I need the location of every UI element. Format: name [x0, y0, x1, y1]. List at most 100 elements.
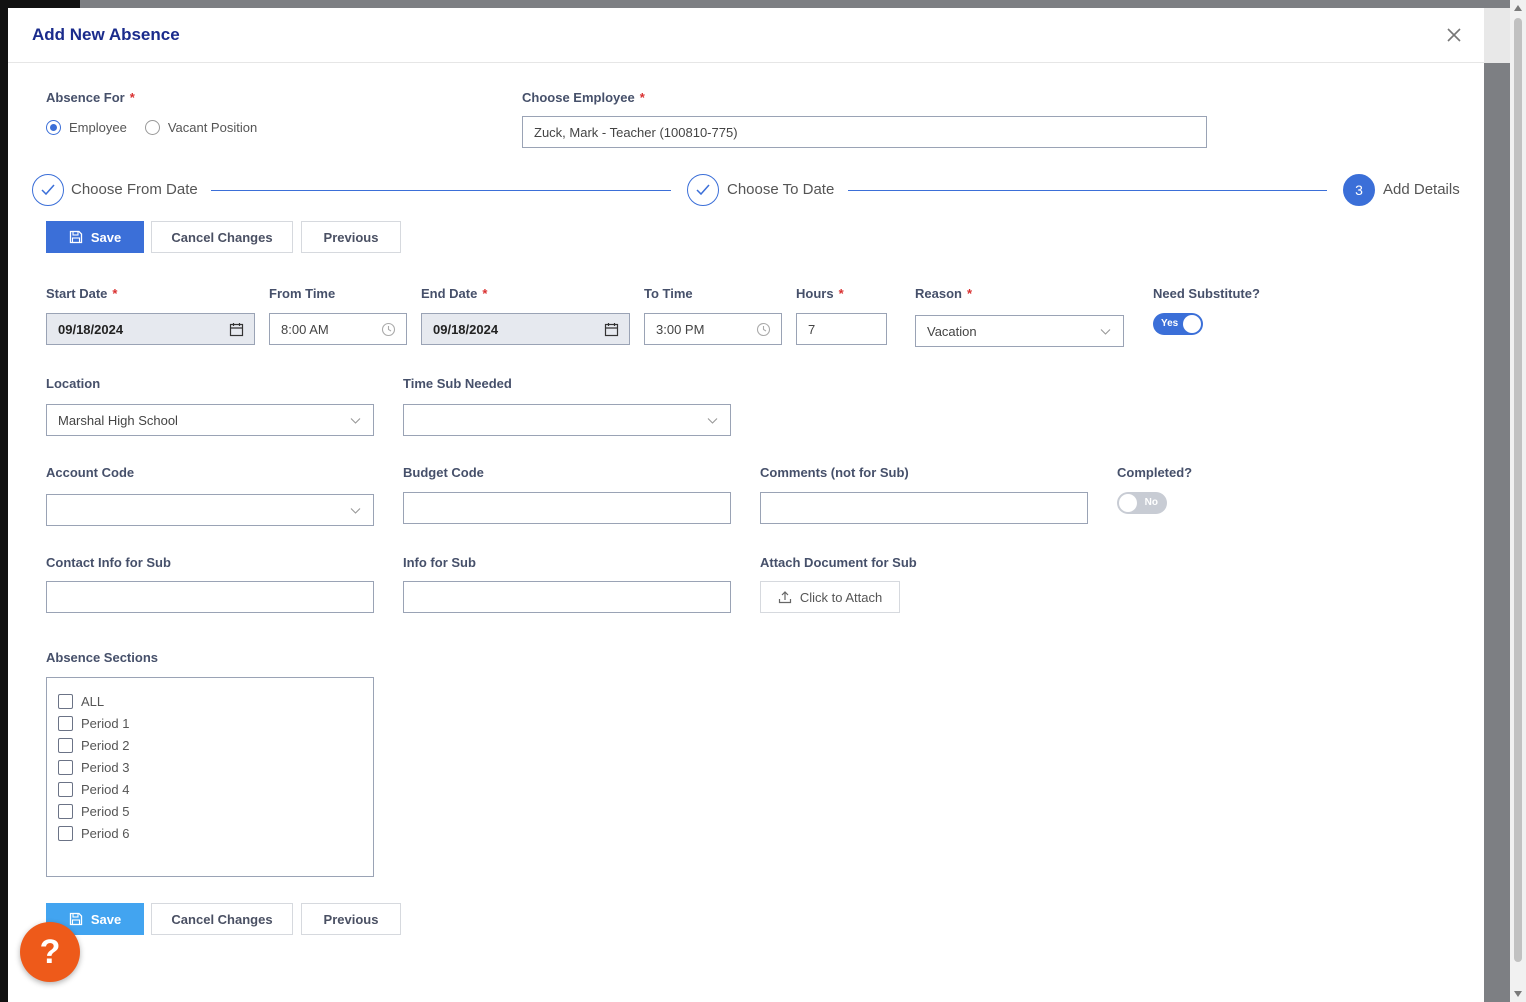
section-item-label: Period 5: [81, 803, 130, 819]
time-sub-needed-label: Time Sub Needed: [403, 376, 512, 391]
cancel-changes-button[interactable]: Cancel Changes: [151, 221, 293, 253]
need-substitute-toggle[interactable]: Yes: [1153, 313, 1203, 335]
radio-vacant-position-control[interactable]: [144, 120, 160, 135]
previous-button[interactable]: Previous: [301, 221, 401, 253]
contact-info-input[interactable]: [46, 581, 374, 613]
reason-select[interactable]: Vacation: [915, 315, 1124, 347]
section-item-period-1[interactable]: Period 1: [47, 712, 373, 734]
employee-input-value: Zuck, Mark - Teacher (100810-775): [534, 124, 738, 140]
start-date-value: 09/18/2024: [58, 321, 124, 337]
from-time-input[interactable]: 8:00 AM: [269, 313, 407, 345]
end-date-input[interactable]: 09/18/2024: [421, 313, 630, 345]
start-date-input[interactable]: 09/18/2024: [46, 313, 255, 345]
to-time-input[interactable]: 3:00 PM: [644, 313, 782, 345]
save-button-label: Save: [90, 229, 122, 245]
section-item-period-5[interactable]: Period 5: [47, 800, 373, 822]
save-button-label: Save: [90, 911, 122, 927]
comments-label: Comments (not for Sub): [760, 465, 909, 480]
previous-button-bottom[interactable]: Previous: [301, 903, 401, 935]
checkbox[interactable]: [58, 759, 73, 775]
clock-icon[interactable]: [381, 322, 396, 337]
scroll-thumb[interactable]: [1514, 18, 1522, 962]
section-item-period-4[interactable]: Period 4: [47, 778, 373, 800]
help-button[interactable]: ?: [20, 922, 80, 982]
modal-header: Add New Absence: [8, 8, 1484, 63]
to-time-label: To Time: [644, 286, 693, 301]
completed-toggle-text: No: [1144, 497, 1158, 508]
calendar-icon[interactable]: [229, 322, 244, 337]
need-substitute-label: Need Substitute?: [1153, 286, 1260, 301]
account-code-select[interactable]: [46, 494, 374, 526]
chevron-down-icon: [707, 418, 718, 424]
section-item-label: Period 2: [81, 737, 130, 753]
employee-input[interactable]: Zuck, Mark - Teacher (100810-775): [522, 116, 1207, 148]
checkbox[interactable]: [58, 693, 73, 709]
clock-icon[interactable]: [756, 322, 771, 337]
hours-input[interactable]: 7: [796, 313, 887, 345]
check-icon: [41, 184, 55, 196]
info-for-sub-label: Info for Sub: [403, 555, 476, 570]
section-item-period-2[interactable]: Period 2: [47, 734, 373, 756]
location-label: Location: [46, 376, 101, 391]
modal-title: Add New Absence: [32, 25, 180, 44]
from-time-value: 8:00 AM: [281, 321, 329, 337]
step-connector: [848, 190, 1327, 191]
section-item-label: Period 6: [81, 825, 130, 841]
account-code-label: Account Code: [46, 465, 135, 480]
backdrop-top: [0, 0, 80, 8]
time-sub-needed-select[interactable]: [403, 404, 731, 436]
help-icon: ?: [39, 932, 61, 971]
step-1-label: Choose From Date: [71, 181, 198, 198]
scrollbar[interactable]: [1510, 0, 1526, 1002]
check-icon: [696, 184, 710, 196]
backdrop-right: [1484, 8, 1510, 63]
section-item-label: Period 1: [81, 715, 130, 731]
end-date-value: 09/18/2024: [433, 321, 499, 337]
calendar-icon[interactable]: [604, 322, 619, 337]
chevron-down-icon: [1100, 329, 1111, 335]
scroll-up-arrow-icon[interactable]: [1514, 5, 1522, 11]
radio-vacant-position[interactable]: Vacant Position: [144, 120, 258, 135]
checkbox[interactable]: [58, 715, 73, 731]
attach-button[interactable]: Click to Attach: [760, 581, 900, 613]
checkbox[interactable]: [58, 803, 73, 819]
attach-document-label: Attach Document for Sub: [760, 555, 917, 570]
start-date-label: Start Date *: [46, 286, 118, 301]
from-time-label: From Time: [269, 286, 336, 301]
section-item-period-6[interactable]: Period 6: [47, 822, 373, 844]
step-3-label: Add Details: [1383, 181, 1460, 198]
radio-vacant-position-label: Vacant Position: [167, 120, 258, 135]
radio-employee-label: Employee: [69, 120, 127, 135]
checkbox[interactable]: [58, 781, 73, 797]
save-button[interactable]: Save: [46, 221, 144, 253]
step-1-circle[interactable]: [32, 174, 64, 206]
cancel-changes-button-bottom[interactable]: Cancel Changes: [151, 903, 293, 935]
info-for-sub-input[interactable]: [403, 581, 731, 613]
hours-value: 7: [808, 321, 816, 337]
close-button[interactable]: [1442, 23, 1466, 47]
budget-code-label: Budget Code: [403, 465, 484, 480]
radio-employee-control[interactable]: [46, 120, 61, 135]
step-2-circle[interactable]: [687, 174, 719, 206]
radio-employee[interactable]: Employee: [46, 120, 127, 135]
add-absence-modal: Add New Absence Absence For * Employee Va…: [8, 8, 1484, 1002]
toggle-knob: [1183, 315, 1201, 333]
completed-toggle[interactable]: No: [1117, 492, 1167, 514]
location-value: Marshal High School: [58, 412, 178, 428]
attach-button-label: Click to Attach: [799, 589, 883, 605]
step-3-circle[interactable]: 3: [1343, 174, 1375, 206]
toggle-knob: [1119, 494, 1137, 512]
save-icon: [69, 912, 82, 926]
save-icon: [69, 230, 82, 244]
comments-input[interactable]: [760, 492, 1088, 524]
chevron-down-icon: [350, 508, 361, 514]
checkbox[interactable]: [58, 825, 73, 841]
location-select[interactable]: Marshal High School: [46, 404, 374, 436]
checkbox[interactable]: [58, 737, 73, 753]
scroll-down-arrow-icon[interactable]: [1514, 991, 1522, 997]
section-item-period-3[interactable]: Period 3: [47, 756, 373, 778]
hours-label: Hours *: [796, 286, 844, 301]
budget-code-input[interactable]: [403, 492, 731, 524]
absence-sections-list: ALL Period 1 Period 2 Period 3 Period 4 …: [46, 677, 374, 877]
section-item-all[interactable]: ALL: [47, 690, 373, 712]
